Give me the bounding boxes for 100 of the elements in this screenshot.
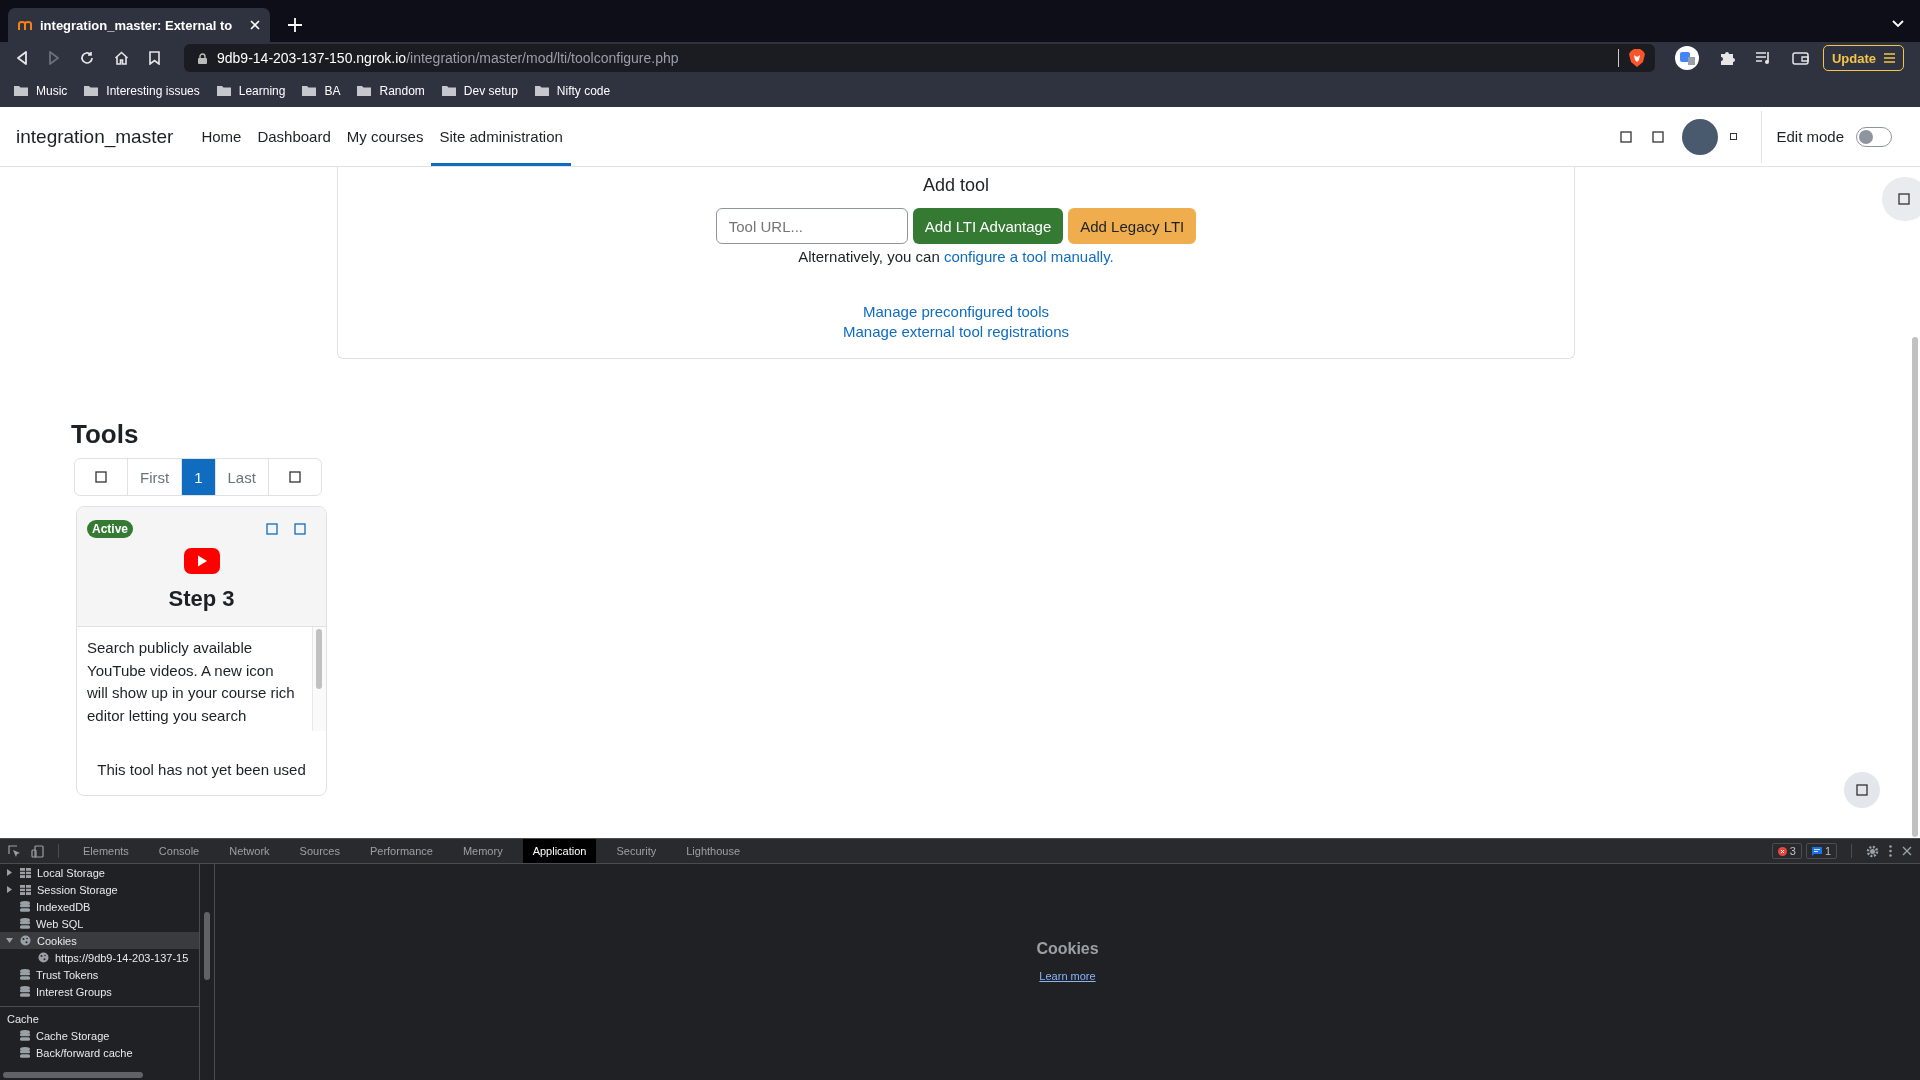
forward-icon[interactable] — [48, 51, 60, 65]
tree-item[interactable]: https://9db9-14-203-137-15 — [0, 949, 199, 966]
wallet-icon[interactable] — [1791, 51, 1809, 65]
tree-item[interactable]: Interest Groups — [0, 983, 199, 1000]
tree-item[interactable]: Trust Tokens — [0, 966, 199, 983]
bookmark-folder[interactable]: Random — [357, 83, 425, 98]
tool-description: Search publicly available YouTube videos. A new icon will show up in your course rich editor letting you search — [87, 638, 296, 726]
page-link[interactable]: Last — [215, 459, 269, 495]
close-icon[interactable] — [1902, 846, 1912, 856]
configure-link[interactable]: configure a tool manually. — [943, 248, 1114, 265]
square-icon[interactable] — [288, 471, 301, 483]
devtools-tab[interactable]: Elements — [73, 839, 139, 863]
section-title: Add tool — [922, 175, 990, 196]
nav-link[interactable]: Dashboard — [249, 107, 339, 166]
avatar[interactable] — [1682, 118, 1719, 155]
nav-link[interactable]: My courses — [338, 107, 432, 166]
edit-mode-toggle[interactable] — [1856, 126, 1892, 147]
bookmark-folder[interactable]: Interesting issues — [84, 83, 200, 98]
devtools-tab[interactable]: Network — [219, 839, 280, 863]
settings-icon[interactable] — [1866, 844, 1879, 858]
translate-icon[interactable] — [1674, 46, 1699, 70]
database-icon — [20, 969, 30, 980]
bookmark-folder[interactable]: Nifty code — [534, 83, 611, 98]
lock-icon — [198, 52, 207, 64]
nav-link[interactable]: Site administration — [431, 107, 571, 166]
devtools-tab[interactable]: Application — [522, 839, 597, 863]
caret-right-icon[interactable] — [6, 886, 13, 893]
tree-item[interactable]: IndexedDB — [0, 898, 199, 915]
devtools-tab[interactable]: Sources — [289, 839, 350, 863]
square-icon[interactable] — [95, 471, 107, 483]
database-icon — [20, 1030, 30, 1041]
scrollbar-thumb[interactable] — [204, 912, 210, 980]
database-icon — [20, 901, 30, 912]
scrollbar-thumb[interactable] — [3, 1072, 143, 1078]
error-counter[interactable]: 3 — [1771, 843, 1802, 859]
url-text: 9db9-14-203-137-150.ngrok.io/integration/master/mod/lti/toolconfigure.php — [217, 50, 680, 66]
scrollbar-thumb[interactable] — [316, 629, 322, 689]
square-icon[interactable] — [1730, 133, 1738, 140]
devtools-tab[interactable]: Performance — [359, 839, 443, 863]
devtools-tab[interactable]: Security — [606, 839, 667, 863]
floating-button[interactable] — [1844, 772, 1880, 808]
more-options-icon[interactable] — [1889, 845, 1892, 857]
playlist-icon[interactable] — [1754, 51, 1772, 65]
caret-right-icon[interactable] — [6, 869, 13, 876]
play-button-icon — [183, 548, 220, 574]
square-icon[interactable] — [1620, 130, 1633, 143]
folder-icon — [216, 85, 231, 96]
address-bar[interactable]: 9db9-14-203-137-150.ngrok.io/integration/master/mod/lti/toolconfigure.php — [184, 44, 1655, 72]
nav-link[interactable]: Home — [193, 107, 250, 166]
square-icon[interactable] — [1856, 784, 1868, 796]
tool-name: Step 3 — [168, 586, 235, 612]
caret-down-icon[interactable] — [6, 937, 13, 944]
bookmark-folder[interactable]: Dev setup — [441, 83, 518, 98]
tree-item[interactable]: Session Storage — [0, 881, 199, 898]
bookmark-folder[interactable]: Music — [14, 83, 68, 98]
add-tool-button[interactable]: Add LTI Advantage — [912, 208, 1064, 244]
tree-item[interactable]: Local Storage — [0, 864, 199, 881]
tree-item[interactable]: Cookies — [0, 932, 199, 949]
folder-icon — [84, 85, 99, 96]
message-counter[interactable]: 1 — [1805, 843, 1837, 859]
update-button[interactable]: Update — [1822, 45, 1904, 71]
tree-item[interactable]: Web SQL — [0, 915, 199, 932]
learn-more-link[interactable]: Learn more — [1039, 970, 1096, 982]
cookie-icon — [38, 952, 49, 963]
bookmark-folder[interactable]: BA — [302, 83, 341, 98]
chevron-down-icon[interactable] — [1892, 20, 1904, 28]
manage-link[interactable]: Manage external tool registrations — [843, 323, 1069, 340]
new-tab-icon[interactable] — [288, 18, 302, 32]
device-icon[interactable] — [31, 844, 44, 858]
page-link[interactable]: 1 — [182, 459, 216, 495]
back-icon[interactable] — [16, 51, 28, 65]
table-icon — [20, 867, 31, 878]
add-tool-button[interactable]: Add Legacy LTI — [1068, 208, 1197, 244]
inspect-icon[interactable] — [8, 844, 21, 858]
reload-icon[interactable] — [80, 51, 94, 65]
site-name[interactable]: integration_master — [16, 125, 174, 148]
tools-heading: Tools — [71, 419, 140, 450]
square-icon[interactable] — [1898, 193, 1910, 205]
database-icon — [20, 918, 30, 929]
bookmark-icon[interactable] — [149, 51, 160, 65]
folder-icon — [441, 85, 456, 96]
folder-icon — [302, 85, 317, 96]
square-icon[interactable] — [1652, 130, 1665, 143]
puzzle-icon[interactable] — [1718, 50, 1735, 66]
message-icon — [1811, 846, 1822, 856]
devtools-tab[interactable]: Lighthouse — [676, 839, 751, 863]
devtools-tab[interactable]: Memory — [452, 839, 513, 863]
folder-icon — [357, 85, 372, 96]
tool-url-field[interactable]: Tool URL... — [715, 208, 908, 244]
tree-item[interactable]: Cache Storage — [0, 1027, 199, 1044]
drawer-toggle-button[interactable] — [1882, 177, 1920, 221]
scrollbar-thumb[interactable] — [1912, 337, 1918, 837]
browser-tab[interactable]: integration_master: External to — [8, 8, 270, 42]
home-icon[interactable] — [114, 51, 129, 65]
bookmark-folder[interactable]: Learning — [216, 83, 286, 98]
devtools-tab[interactable]: Console — [148, 839, 210, 863]
error-icon — [1777, 846, 1787, 856]
manage-link[interactable]: Manage preconfigured tools — [863, 303, 1049, 320]
folder-icon — [14, 85, 28, 96]
tree-item[interactable]: Back/forward cache — [0, 1044, 199, 1061]
